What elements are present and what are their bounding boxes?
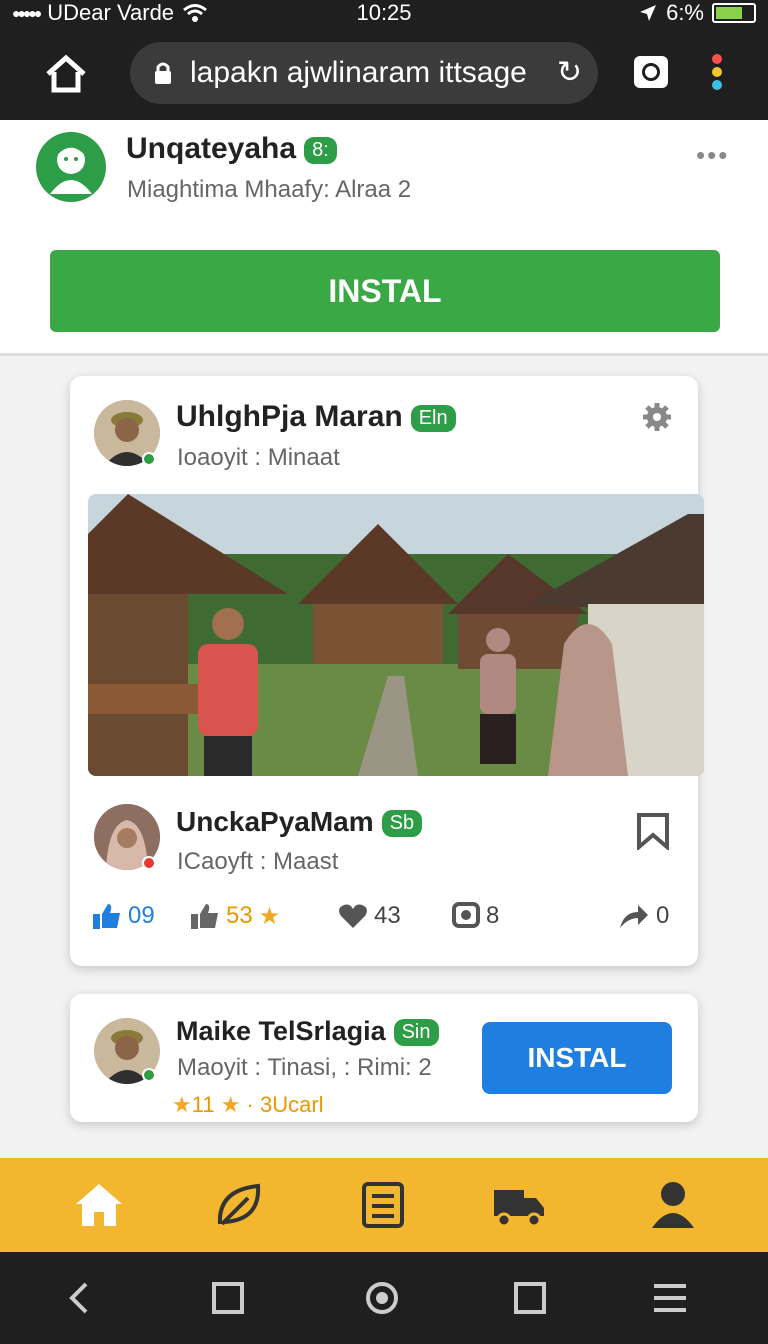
home-icon[interactable] bbox=[44, 54, 88, 94]
top-app-card: Unqateyaha 8: Miaghtima Mhaafy: Alraa 2 •… bbox=[0, 120, 768, 356]
heart-icon bbox=[339, 904, 367, 928]
commenter-badge: Sb bbox=[381, 810, 423, 838]
second-app-rating: ★11 ★ · 3Ucarl bbox=[172, 1092, 324, 1117]
camera-icon[interactable] bbox=[634, 56, 668, 88]
author-name[interactable]: UhlghPja Maran Eln bbox=[176, 400, 456, 434]
second-app-badge: Sin bbox=[393, 1019, 439, 1047]
battery-icon bbox=[712, 3, 756, 23]
status-indicator bbox=[142, 856, 156, 870]
star-icon: ★ bbox=[258, 902, 281, 930]
online-indicator bbox=[142, 452, 156, 466]
post-photo[interactable] bbox=[88, 494, 704, 776]
hand-icon bbox=[191, 904, 218, 929]
second-app-title[interactable]: Maike TelSrlagia Sin bbox=[176, 1016, 439, 1047]
share-icon bbox=[620, 905, 648, 928]
home-circle-icon[interactable] bbox=[364, 1280, 400, 1316]
rating-count: 53 bbox=[226, 902, 253, 929]
app-meta: Miaghtima Mhaafy: Alraa 2 bbox=[127, 176, 412, 203]
lock-icon bbox=[155, 62, 171, 84]
url-bar[interactable]: lapakn ajwlinaram ittsage ↻ bbox=[130, 42, 598, 104]
share-count: 0 bbox=[656, 902, 670, 929]
post-actions: 09 53 ★ 43 8 0 bbox=[88, 896, 678, 936]
rating-button[interactable]: 53 ★ bbox=[190, 896, 280, 936]
comment-count: 8 bbox=[486, 902, 500, 929]
list-icon[interactable] bbox=[356, 1180, 410, 1230]
like-count: 09 bbox=[128, 902, 155, 929]
url-text: lapakn ajwlinaram ittsage bbox=[190, 56, 527, 89]
share-button[interactable]: 0 bbox=[618, 896, 669, 936]
install-button-blue[interactable]: INSTAL bbox=[482, 1022, 672, 1094]
commenter-meta: ICaoyft : Maast bbox=[177, 848, 339, 875]
post-card: UhlghPja Maran Eln Ioaoyit : Minaat Unck… bbox=[70, 376, 704, 966]
second-app-card: Maike TelSrlagia Sin Maoyit : Tinasi, : R… bbox=[70, 994, 698, 1122]
recents-icon[interactable] bbox=[512, 1280, 548, 1316]
leaf-icon[interactable] bbox=[212, 1180, 266, 1230]
home-icon[interactable] bbox=[72, 1180, 126, 1230]
gear-icon[interactable] bbox=[642, 402, 672, 432]
battery-percent: 6:% bbox=[666, 0, 704, 25]
heart-count: 43 bbox=[374, 902, 401, 929]
reload-icon[interactable]: ↻ bbox=[557, 58, 582, 88]
commenter-name[interactable]: UnckaPyaMam Sb bbox=[176, 806, 423, 838]
location-icon bbox=[640, 5, 657, 21]
bookmark-icon[interactable] bbox=[636, 812, 670, 850]
overflow-menu-icon[interactable] bbox=[710, 54, 724, 94]
install-button[interactable]: INSTAL bbox=[50, 250, 720, 332]
app-icon bbox=[36, 132, 106, 202]
profile-icon[interactable] bbox=[646, 1180, 700, 1230]
author-meta: Ioaoyit : Minaat bbox=[177, 444, 340, 471]
system-nav bbox=[0, 1252, 768, 1344]
status-bar: ●●●●● UDear Varde 10:25 6:% bbox=[0, 0, 768, 26]
author-badge: Eln bbox=[410, 404, 456, 432]
star-icon: ★ bbox=[220, 1092, 241, 1117]
bottom-nav bbox=[0, 1158, 768, 1252]
truck-icon[interactable] bbox=[492, 1180, 546, 1230]
thumbs-up-icon bbox=[93, 904, 120, 929]
comment-icon bbox=[452, 902, 480, 928]
menu-icon[interactable] bbox=[652, 1280, 688, 1316]
like-button[interactable]: 09 bbox=[92, 896, 155, 936]
back-icon[interactable] bbox=[62, 1280, 98, 1316]
star-icon: ★ bbox=[172, 1092, 192, 1117]
more-icon[interactable]: ••• bbox=[696, 140, 729, 171]
browser-toolbar: lapakn ajwlinaram ittsage ↻ bbox=[0, 26, 768, 120]
comment-button[interactable]: 8 bbox=[452, 896, 499, 936]
second-app-meta: Maoyit : Tinasi, : Rimi: 2 bbox=[177, 1054, 432, 1081]
app-badge: 8: bbox=[304, 136, 337, 164]
heart-button[interactable]: 43 bbox=[338, 896, 401, 936]
online-indicator bbox=[142, 1068, 156, 1082]
square-icon[interactable] bbox=[210, 1280, 246, 1316]
app-title: Unqateyaha 8: bbox=[126, 132, 337, 166]
